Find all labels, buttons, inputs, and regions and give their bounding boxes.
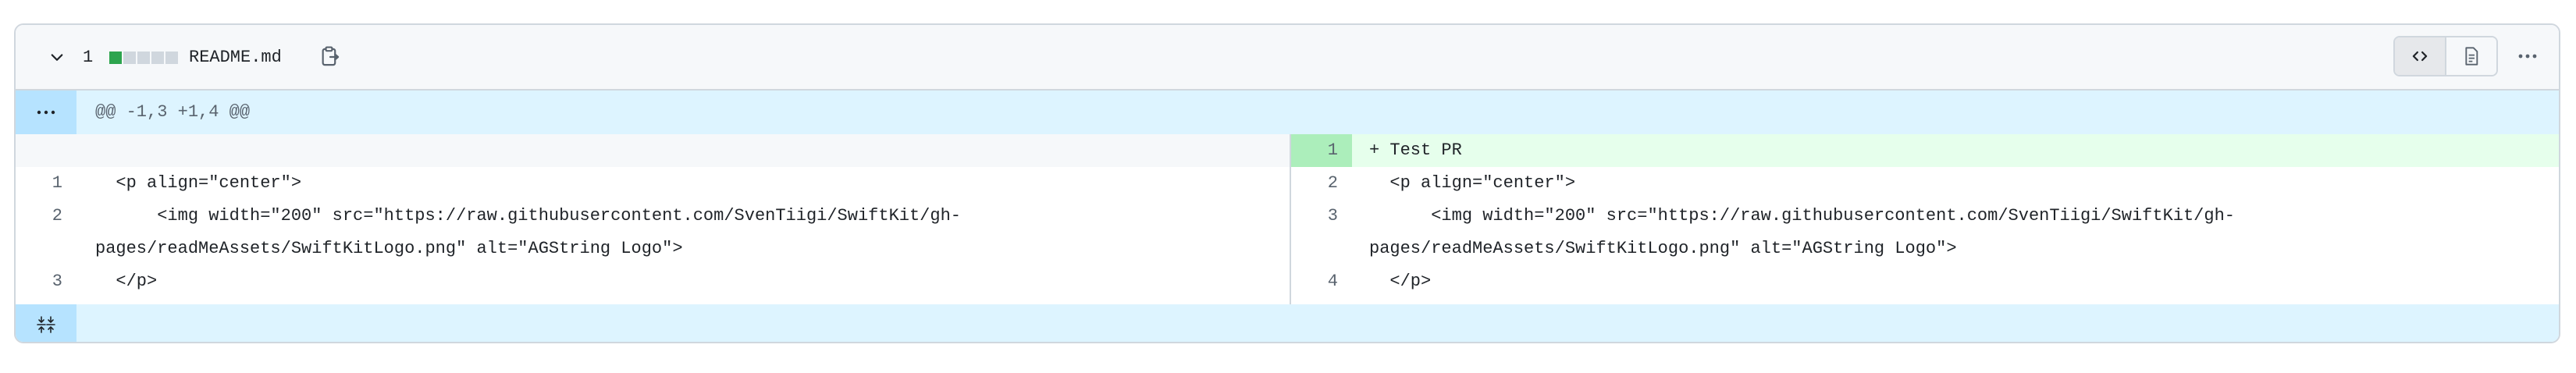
diffstat-block-neutral xyxy=(137,52,150,64)
collapse-toggle-button[interactable] xyxy=(45,45,69,69)
file-name-link[interactable]: README.md xyxy=(189,42,282,73)
expand-up-button[interactable] xyxy=(16,91,76,134)
expand-all-button[interactable] xyxy=(16,304,76,342)
left-code-line: <img width="200" src="https://raw.github… xyxy=(95,206,961,226)
chevron-down-icon xyxy=(51,54,63,61)
file-icon xyxy=(2465,47,2478,66)
diffstat-block-neutral xyxy=(123,52,136,64)
ellipsis-icon xyxy=(37,110,55,115)
right-code-line: <img width="200" src="https://raw.github… xyxy=(1369,206,2235,226)
diffstat-block-added xyxy=(109,52,122,64)
left-line-number[interactable]: 2 xyxy=(16,200,76,233)
file-header: 1 README.md xyxy=(16,25,2559,91)
diffstat-block-neutral xyxy=(151,52,164,64)
hunk-header-row: @@ -1,3 +1,4 @@ xyxy=(16,91,2559,134)
diff-file: 1 README.md @@ -1,3 +1,4 @@ 1 <p align="… xyxy=(14,23,2560,343)
more-options-button[interactable] xyxy=(2509,39,2546,73)
right-code-line-added: + Test PR xyxy=(1369,140,1462,160)
right-line-number[interactable]: 2 xyxy=(1291,167,1352,200)
added-line-bg xyxy=(1352,134,2559,167)
unfold-icon xyxy=(37,316,55,333)
right-code-line: <p align="center"> xyxy=(1369,173,1576,193)
left-code-line: </p> xyxy=(95,272,158,291)
right-code-line: </p> xyxy=(1369,272,1432,291)
left-code-line-wrap: pages/readMeAssets/SwiftKitLogo.png" alt… xyxy=(95,239,683,258)
right-code-line-wrap: pages/readMeAssets/SwiftKitLogo.png" alt… xyxy=(1369,239,1957,258)
kebab-horizontal-icon xyxy=(2518,54,2537,59)
left-line-number[interactable]: 3 xyxy=(16,265,76,298)
copy-path-button[interactable] xyxy=(317,44,343,70)
left-code-line: <p align="center"> xyxy=(95,173,302,193)
change-count: 1 xyxy=(83,48,94,67)
left-line-number[interactable]: 1 xyxy=(16,167,76,200)
empty-left-cell xyxy=(16,134,1290,167)
hunk-header: @@ -1,3 +1,4 @@ xyxy=(95,102,251,122)
copy-path-icon xyxy=(322,46,340,66)
code-icon xyxy=(2412,51,2428,62)
right-line-number[interactable]: 4 xyxy=(1291,265,1352,298)
right-line-number[interactable]: 3 xyxy=(1291,200,1352,233)
diffstat xyxy=(109,52,178,64)
view-toggle xyxy=(2393,36,2498,76)
rich-view-button[interactable] xyxy=(2446,37,2496,75)
right-line-number[interactable]: 1 xyxy=(1291,134,1352,167)
diffstat-block-neutral xyxy=(165,52,178,64)
source-view-button[interactable] xyxy=(2395,37,2446,75)
hunk-footer-row xyxy=(16,304,2559,342)
